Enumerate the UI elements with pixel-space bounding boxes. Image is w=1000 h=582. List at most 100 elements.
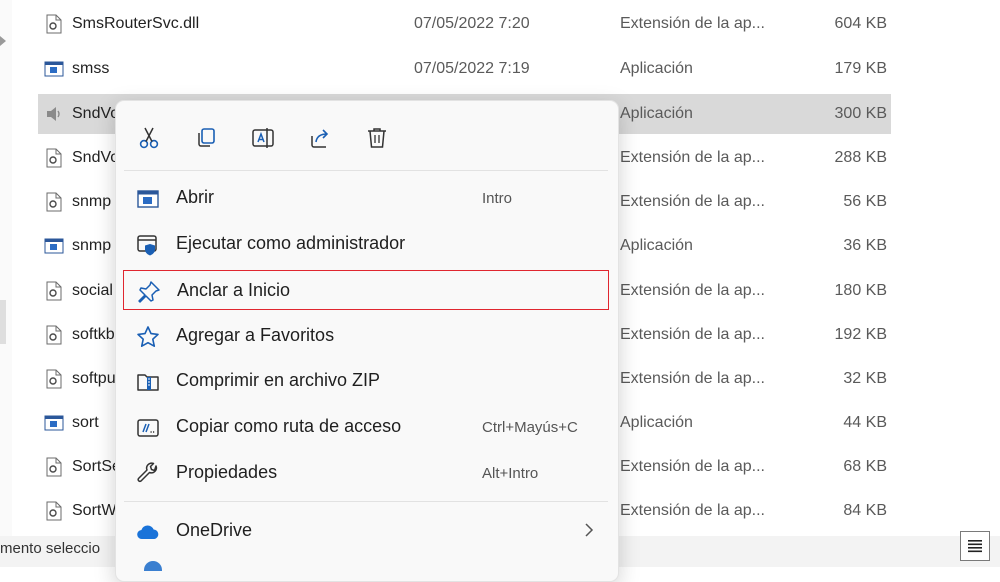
file-size: 32 KB <box>843 370 887 387</box>
file-type: Extensión de la ap... <box>620 370 765 387</box>
file-size: 84 KB <box>843 502 887 519</box>
file-size: 44 KB <box>843 414 887 431</box>
menu-item-copy-path[interactable]: Copiar como ruta de acceso Ctrl+Mayús+C <box>123 407 609 447</box>
dll-file-icon <box>44 501 64 521</box>
wrench-icon <box>136 462 160 486</box>
menu-item-label: Propiedades <box>176 462 278 482</box>
cut-icon <box>139 127 159 149</box>
file-size: 56 KB <box>843 193 887 210</box>
file-name: smss <box>72 60 110 77</box>
menu-separator <box>124 501 608 502</box>
list-view-icon <box>968 540 982 553</box>
file-size: 36 KB <box>843 237 887 254</box>
app-window-icon <box>44 236 64 256</box>
file-type: Aplicación <box>620 414 693 431</box>
dll-file-icon <box>44 281 64 301</box>
menu-item-compress-zip[interactable]: Comprimir en archivo ZIP <box>123 361 609 401</box>
dll-file-icon <box>44 192 64 212</box>
file-size: 180 KB <box>834 282 887 299</box>
file-name: sort <box>72 414 99 431</box>
rename-icon <box>252 128 274 148</box>
cut-button[interactable] <box>134 123 164 153</box>
path-copy-icon <box>136 416 160 440</box>
copy-icon <box>198 128 215 147</box>
dll-file-icon <box>44 14 64 34</box>
pin-icon <box>137 280 161 304</box>
menu-item-shortcut: Alt+Intro <box>482 465 539 482</box>
file-row[interactable]: SmsRouterSvc.dll 07/05/2022 7:20 Extensi… <box>38 4 891 44</box>
details-view-button[interactable] <box>960 531 990 561</box>
menu-item-add-favorites[interactable]: Agregar a Favoritos <box>123 316 609 356</box>
dll-file-icon <box>44 148 64 168</box>
file-size: 288 KB <box>834 149 887 166</box>
menu-item-label: Copiar como ruta de acceso <box>176 416 402 436</box>
delete-button[interactable] <box>362 123 392 153</box>
star-icon <box>136 325 160 349</box>
file-type: Aplicación <box>620 237 693 254</box>
file-name: social <box>72 282 113 299</box>
file-name: snmp <box>72 237 112 254</box>
status-text: mento seleccio <box>0 540 101 557</box>
menu-item-abrir[interactable]: Abrir Intro <box>123 178 609 218</box>
speaker-icon <box>44 104 64 124</box>
dll-file-icon <box>44 457 64 477</box>
file-name: SndVo <box>72 105 120 122</box>
shield-window-icon <box>136 233 160 257</box>
file-name: SmsRouterSvc.dll <box>72 15 200 32</box>
file-name: SortSe <box>72 458 121 475</box>
file-size: 300 KB <box>834 105 887 122</box>
context-menu: Abrir Intro Ejecutar como administrador … <box>115 100 619 582</box>
file-type: Extensión de la ap... <box>620 193 765 210</box>
file-type: Extensión de la ap... <box>620 282 765 299</box>
scroll-indicator <box>0 300 6 344</box>
share-button[interactable] <box>305 123 335 153</box>
chevron-right-icon <box>583 521 595 544</box>
file-name: SndVo <box>72 149 120 166</box>
menu-item-onedrive[interactable]: OneDrive <box>123 511 609 551</box>
file-type: Aplicación <box>620 105 693 122</box>
menu-item-label: Anclar a Inicio <box>177 280 291 300</box>
file-type: Extensión de la ap... <box>620 502 765 519</box>
zip-folder-icon <box>136 370 160 394</box>
copy-button[interactable] <box>191 123 221 153</box>
menu-item-label: Abrir <box>176 187 215 207</box>
app-window-icon <box>136 187 160 211</box>
file-name: snmp <box>72 193 112 210</box>
file-row[interactable]: smss 07/05/2022 7:19 Aplicación 179 KB <box>38 49 891 89</box>
menu-item-properties[interactable]: Propiedades Alt+Intro <box>123 453 609 493</box>
app-window-icon <box>44 413 64 433</box>
navigation-pane-edge <box>0 0 12 540</box>
app-window-icon <box>44 59 64 79</box>
file-size: 68 KB <box>843 458 887 475</box>
file-date: 07/05/2022 7:19 <box>414 60 530 77</box>
file-type: Aplicación <box>620 60 693 77</box>
expand-arrow-icon[interactable] <box>0 36 6 46</box>
rename-button[interactable] <box>248 123 278 153</box>
submenu-hint <box>144 561 162 571</box>
menu-item-shortcut: Intro <box>482 190 513 207</box>
cloud-icon <box>136 520 160 544</box>
dll-file-icon <box>44 325 64 345</box>
menu-item-pin-to-start[interactable]: Anclar a Inicio <box>123 270 609 310</box>
file-date: 07/05/2022 7:20 <box>414 15 530 32</box>
menu-separator <box>124 170 608 171</box>
file-name: softpu <box>72 370 116 387</box>
share-icon <box>311 129 329 148</box>
menu-item-run-as-admin[interactable]: Ejecutar como administrador <box>123 224 609 264</box>
file-size: 604 KB <box>834 15 887 32</box>
delete-icon <box>368 128 386 148</box>
file-name: SortW <box>72 502 117 519</box>
menu-item-label: Comprimir en archivo ZIP <box>176 370 381 390</box>
dll-file-icon <box>44 369 64 389</box>
menu-item-label: Ejecutar como administrador <box>176 233 406 253</box>
menu-item-label: OneDrive <box>176 520 253 540</box>
file-type: Extensión de la ap... <box>620 149 765 166</box>
menu-item-label: Agregar a Favoritos <box>176 325 335 345</box>
file-type: Extensión de la ap... <box>620 15 765 32</box>
file-size: 179 KB <box>834 60 887 77</box>
file-name: softkb <box>72 326 115 343</box>
menu-item-shortcut: Ctrl+Mayús+C <box>482 419 578 436</box>
file-type: Extensión de la ap... <box>620 326 765 343</box>
file-size: 192 KB <box>834 326 887 343</box>
file-type: Extensión de la ap... <box>620 458 765 475</box>
